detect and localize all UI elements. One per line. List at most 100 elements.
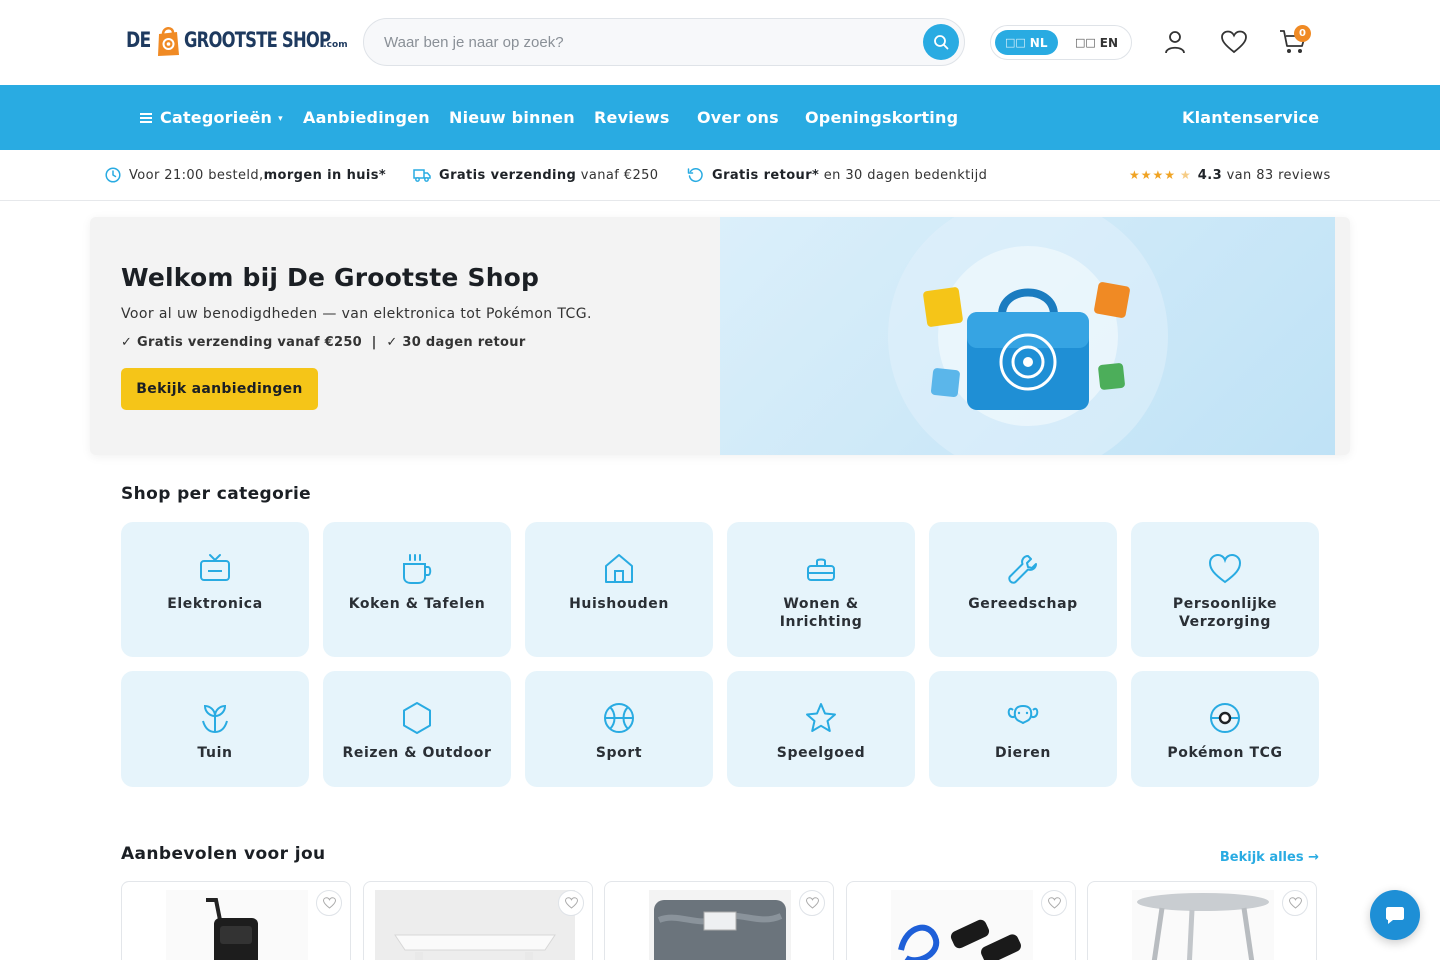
wishlist-toggle[interactable] [799, 890, 825, 916]
search-button[interactable] [923, 24, 959, 60]
heart-icon [1047, 897, 1061, 909]
nav-item-offers[interactable]: Aanbiedingen [303, 85, 430, 150]
recommended-title: Aanbevolen voor jou [121, 844, 326, 864]
usp-shipping-bold: Gratis verzending [439, 167, 577, 183]
category-label: Sport [595, 745, 643, 761]
product-image-resistance-bands [891, 890, 1033, 960]
language-code-nl: NL [1029, 35, 1048, 50]
category-card-tools[interactable]: Gereedschap [929, 522, 1117, 657]
see-all-link[interactable]: Bekijk alles → [1220, 850, 1319, 865]
product-card[interactable] [121, 881, 351, 960]
site-header: DE GROOTSTE SHOP .com □□ NL □□ EN 0 [0, 0, 1440, 85]
hero-subtitle: Voor al uw benodigdheden — van elektroni… [121, 306, 592, 322]
usp-reviews[interactable]: ★★★★ ★ 4.3 van 83 reviews [1129, 150, 1331, 200]
nav-item-reviews[interactable]: Reviews [594, 85, 670, 150]
wishlist-toggle[interactable] [316, 890, 342, 916]
category-label: Huishouden [569, 596, 669, 612]
category-card-cooking[interactable]: Koken & Tafelen [323, 522, 511, 657]
usp-delivery: Voor 21:00 besteld, morgen in huis* [105, 150, 386, 200]
category-label: Gereedschap [968, 596, 1078, 612]
heart-icon [1221, 30, 1247, 54]
category-label: Elektronica [167, 596, 263, 612]
account-button[interactable] [1161, 28, 1189, 56]
wishlist-toggle[interactable] [558, 890, 584, 916]
usp-delivery-bold: morgen in huis* [263, 167, 387, 183]
category-card-toys[interactable]: Speelgoed [727, 671, 915, 787]
category-label: Tuin [197, 745, 233, 761]
search-input[interactable] [384, 19, 904, 65]
flag-nl-icon: □□ [1005, 36, 1026, 49]
product-card[interactable] [1087, 881, 1317, 960]
category-card-electronics[interactable]: Elektronica [121, 522, 309, 657]
category-card-household[interactable]: Huishouden [525, 522, 713, 657]
category-label: Persoonlijke Verzorging [1172, 596, 1278, 630]
category-label: Pokémon TCG [1167, 745, 1283, 761]
hero-banner: Welkom bij De Grootste Shop Voor al uw b… [90, 217, 1350, 455]
flag-en-icon: □□ [1075, 36, 1096, 49]
heart-icon [1288, 897, 1302, 909]
category-card-personal-care[interactable]: Persoonlijke Verzorging [1131, 522, 1319, 657]
category-card-pets[interactable]: Dieren [929, 671, 1117, 787]
heart-icon [1208, 553, 1242, 584]
heart-icon [805, 897, 819, 909]
category-card-living[interactable]: Wonen & Inrichting [727, 522, 915, 657]
nav-item-categories[interactable]: Categorieën ▾ [140, 85, 283, 150]
logo-text-main: GROOTSTE SHOP [183, 28, 331, 52]
category-label: Speelgoed [776, 745, 866, 761]
category-label: Dieren [995, 745, 1051, 761]
chat-button[interactable] [1370, 890, 1420, 940]
logo-text-de: DE [126, 28, 151, 52]
star-icon [806, 703, 836, 732]
pokeball-icon [1210, 703, 1240, 733]
cup-icon [403, 554, 432, 584]
nav-item-about[interactable]: Over ons [697, 85, 779, 150]
heart-icon [322, 897, 336, 909]
category-card-pokemon[interactable]: Pokémon TCG [1131, 671, 1319, 787]
cart-count-badge: 0 [1294, 25, 1311, 42]
rating-full-stars: ★★★★ [1129, 168, 1177, 182]
nav-item-new[interactable]: Nieuw binnen [449, 85, 575, 150]
language-switcher: □□ NL □□ EN [990, 25, 1132, 60]
product-image-tray-table [375, 890, 575, 960]
site-logo[interactable]: DE GROOTSTE SHOP .com [126, 20, 348, 60]
hexagon-icon [403, 702, 431, 734]
hero-illustration [720, 217, 1335, 455]
product-image-blanket [649, 890, 791, 960]
usp-shipping: Gratis verzending vanaf €250 [413, 150, 658, 200]
category-card-travel[interactable]: Reizen & Outdoor [323, 671, 511, 787]
paw-icon [1007, 705, 1039, 724]
nav-label-categories: Categorieën [160, 108, 273, 127]
product-card[interactable] [363, 881, 593, 960]
usp-returns-bold: Gratis retour* [712, 167, 820, 183]
nav-item-opening-discount[interactable]: Openingskorting [805, 85, 958, 150]
wishlist-button[interactable] [1220, 28, 1248, 56]
category-card-sport[interactable]: Sport [525, 671, 713, 787]
rating-value: 4.3 [1197, 167, 1223, 183]
user-icon [1165, 31, 1185, 54]
product-card[interactable] [846, 881, 1076, 960]
usp-returns: Gratis retour* en 30 dagen bedenktijd [687, 150, 987, 200]
hero-cta-button[interactable]: Bekijk aanbiedingen [121, 368, 318, 410]
tv-icon [200, 554, 230, 581]
hero-text-block: Welkom bij De Grootste Shop Voor al uw b… [121, 263, 701, 350]
language-code-en: EN [1099, 35, 1119, 50]
category-card-garden[interactable]: Tuin [121, 671, 309, 787]
basketball-icon [604, 703, 634, 733]
main-navigation: Categorieën ▾ Aanbiedingen Nieuw binnen … [0, 85, 1440, 150]
category-label: Koken & Tafelen [348, 596, 486, 612]
usp-shipping-text: vanaf €250 [576, 167, 659, 183]
category-label: Reizen & Outdoor [342, 745, 492, 761]
logo-bag-icon [157, 27, 179, 56]
language-option-en[interactable]: □□ EN [1065, 30, 1128, 55]
hero-title: Welkom bij De Grootste Shop [121, 263, 540, 292]
product-card[interactable] [604, 881, 834, 960]
wishlist-toggle[interactable] [1041, 890, 1067, 916]
wishlist-toggle[interactable] [1282, 890, 1308, 916]
sprout-icon [202, 704, 228, 734]
usp-returns-text: en 30 dagen bedenktijd [819, 167, 988, 183]
menu-icon [140, 112, 152, 123]
nav-item-customer-service[interactable]: Klantenservice [1182, 85, 1319, 150]
clock-icon [105, 167, 121, 183]
language-option-nl[interactable]: □□ NL [995, 30, 1058, 55]
search-bar [363, 18, 965, 66]
